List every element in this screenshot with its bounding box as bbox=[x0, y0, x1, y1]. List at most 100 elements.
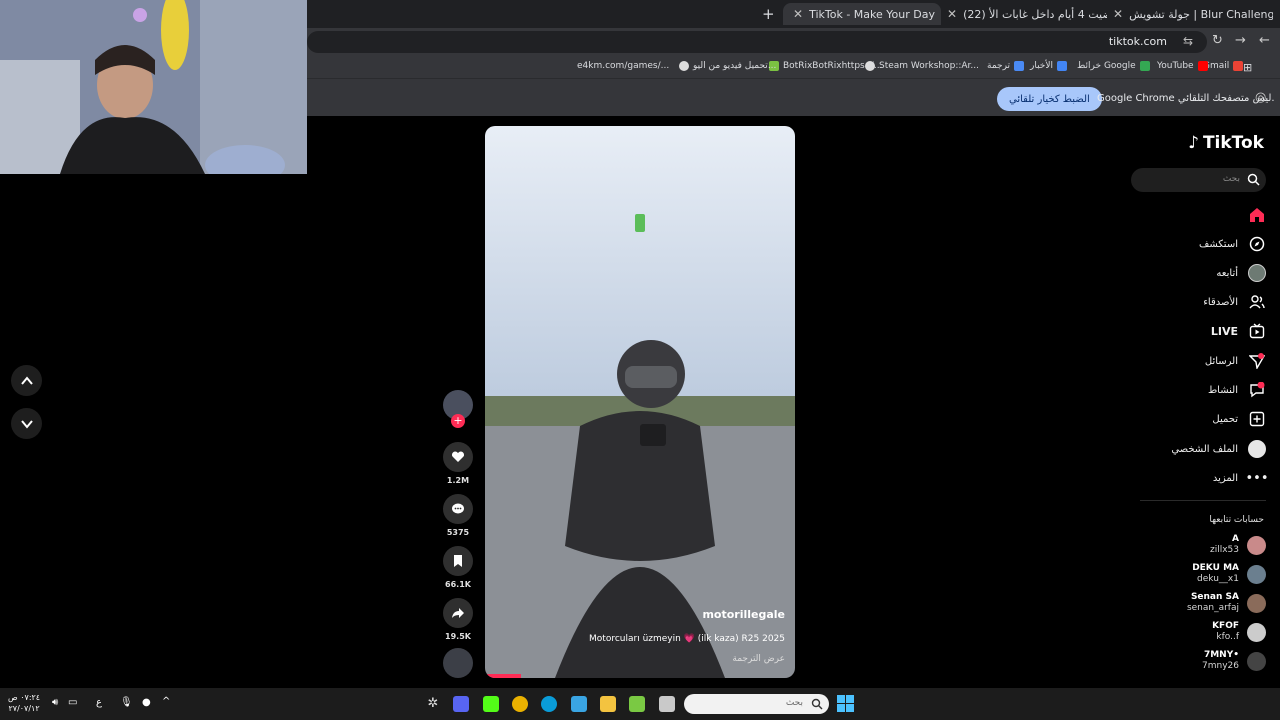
comment-icon bbox=[452, 503, 464, 514]
search-icon bbox=[811, 698, 823, 710]
video-player[interactable]: motorillegale Motorcuları üzmeyin 💗 (ilk… bbox=[485, 126, 795, 678]
sidebar-divider bbox=[1140, 500, 1266, 501]
microphone-icon[interactable]: 🎙︎ bbox=[120, 697, 133, 708]
music-disc[interactable] bbox=[443, 648, 473, 678]
comment-action[interactable]: 5375 bbox=[443, 494, 473, 537]
close-tab-icon[interactable]: ✕ bbox=[793, 7, 803, 21]
compass-icon bbox=[1248, 235, 1266, 253]
following-account[interactable]: Senan SA senan_arfaj bbox=[1187, 590, 1266, 616]
news-icon bbox=[1057, 61, 1068, 71]
language-indicator[interactable]: ع bbox=[96, 697, 102, 708]
previous-video-button[interactable] bbox=[11, 365, 42, 396]
network-icon[interactable]: ▭ bbox=[68, 697, 77, 708]
clock[interactable]: ٠٧:٢٤ ص ٢٧/٠٧/١٢ bbox=[8, 692, 40, 714]
forward-icon[interactable]: → bbox=[1235, 33, 1246, 48]
share-action[interactable]: 19.5K bbox=[443, 598, 473, 641]
live-icon bbox=[1248, 322, 1266, 340]
site-settings-icon[interactable]: ⇆ bbox=[1183, 34, 1193, 48]
share-button[interactable] bbox=[443, 598, 473, 628]
task-view-icon[interactable] bbox=[659, 696, 675, 712]
facebook-icon[interactable] bbox=[571, 696, 587, 712]
video-caption: Motorcuları üzmeyin 💗 (ilk kaza) R25 202… bbox=[589, 634, 785, 644]
apps-icon[interactable]: ⊞ bbox=[1243, 61, 1252, 74]
tiktok-note-icon: ♪ bbox=[1188, 133, 1199, 153]
nav-friends[interactable]: الأصدقاء bbox=[1203, 291, 1266, 313]
chrome-logo-icon: ◎ bbox=[1255, 90, 1267, 105]
like-button[interactable] bbox=[443, 442, 473, 472]
nav-following[interactable]: أتابعه bbox=[1216, 262, 1266, 284]
music-disc-icon[interactable] bbox=[443, 648, 473, 678]
like-action[interactable]: 1.2M bbox=[443, 442, 473, 485]
next-video-button[interactable] bbox=[11, 408, 42, 439]
tray-app-icon[interactable]: ● bbox=[142, 697, 151, 708]
bookmark-botrix[interactable]: BotRixBotRixhttps://... bbox=[769, 61, 882, 71]
tab-tiktok[interactable]: ✕ TikTok - Make Your Day bbox=[783, 3, 941, 25]
edge-icon[interactable] bbox=[541, 696, 557, 712]
kick-icon[interactable] bbox=[483, 696, 499, 712]
nav-messages[interactable]: الرسائل bbox=[1205, 350, 1266, 372]
reload-icon[interactable]: ↻ bbox=[1212, 33, 1223, 48]
save-count: 66.1K bbox=[445, 580, 471, 589]
follow-plus-icon[interactable]: + bbox=[451, 414, 465, 428]
messages-icon bbox=[1248, 352, 1266, 370]
nav-live[interactable]: LIVE bbox=[1211, 320, 1266, 342]
save-action[interactable]: 66.1K bbox=[443, 546, 473, 589]
steelseries-icon[interactable]: ✲ bbox=[425, 696, 441, 712]
video-author[interactable]: motorillegale bbox=[702, 608, 785, 621]
comment-count: 5375 bbox=[446, 528, 470, 537]
nav-profile[interactable]: الملف الشخصي bbox=[1171, 438, 1266, 460]
save-button[interactable] bbox=[443, 546, 473, 576]
comment-button[interactable] bbox=[443, 494, 473, 524]
tab-youtube-video[interactable]: ✕ (22) قضيت 4 أيام داخل غابات الأ... bbox=[947, 3, 1107, 25]
bookmark-youtube[interactable]: YouTube bbox=[1157, 61, 1208, 71]
following-heading: حسابات تتابعها bbox=[1209, 515, 1264, 525]
translate-link[interactable]: عرض الترجمة bbox=[732, 654, 785, 664]
share-icon bbox=[452, 608, 464, 618]
following-avatar-icon bbox=[1248, 264, 1266, 282]
nav-more[interactable]: المزيد ••• bbox=[1213, 467, 1269, 489]
discord-icon[interactable] bbox=[453, 696, 469, 712]
taskbar-search[interactable]: بحث bbox=[684, 694, 829, 714]
search-box[interactable]: بحث bbox=[1131, 168, 1266, 192]
speaker-icon[interactable]: 🔊︎ bbox=[52, 697, 58, 708]
webcam-overlay bbox=[0, 0, 307, 174]
download-site-icon bbox=[679, 61, 689, 71]
bookmark-e4km[interactable]: e4km.com/games/... bbox=[577, 61, 669, 71]
bookmark-gmail[interactable]: Gmail bbox=[1203, 61, 1244, 71]
nav-upload[interactable]: تحميل bbox=[1212, 408, 1266, 430]
chrome-icon[interactable] bbox=[512, 696, 528, 712]
chevron-up-icon[interactable]: ^ bbox=[162, 696, 170, 707]
set-default-button[interactable]: الضبط كخيار تلقائي bbox=[997, 87, 1102, 111]
bookmark-translate[interactable]: ترجمة bbox=[987, 61, 1025, 71]
tab-blur-challenge[interactable]: ✕ جولة تشويش | Blur Challenge bbox=[1113, 3, 1273, 25]
nav-activity[interactable]: النشاط bbox=[1208, 379, 1266, 401]
bookmark-video-download[interactable]: تحميل فيديو من اليو... bbox=[679, 61, 776, 71]
following-account[interactable]: KFOF kfo..f bbox=[1212, 619, 1266, 645]
nav-home[interactable] bbox=[1238, 204, 1266, 226]
chevron-down-icon bbox=[20, 419, 33, 429]
infobar-message: Google Chrome ليس متصفحك التلقائي. bbox=[1097, 93, 1275, 104]
following-account[interactable]: Azillx53 bbox=[1210, 532, 1266, 558]
tiktok-logo[interactable]: ♪ TikTok bbox=[1188, 133, 1264, 153]
file-explorer-icon[interactable] bbox=[600, 696, 616, 712]
nav-explore[interactable]: استكشف bbox=[1199, 233, 1266, 255]
close-tab-icon[interactable]: ✕ bbox=[947, 7, 957, 21]
search-icon[interactable] bbox=[1247, 173, 1260, 186]
new-tab-button[interactable]: + bbox=[762, 3, 775, 25]
like-count: 1.2M bbox=[446, 476, 470, 485]
bookmark-icon bbox=[454, 555, 462, 567]
bookmark-news[interactable]: الأخبار bbox=[1030, 61, 1068, 71]
creator-avatar[interactable]: + bbox=[443, 390, 473, 428]
following-account[interactable]: 7MNY• 7mny26 bbox=[1202, 648, 1266, 674]
address-bar[interactable]: tiktok.com ⇆ bbox=[307, 31, 1207, 53]
bookmark-maps[interactable]: خرائط Google bbox=[1077, 61, 1150, 71]
start-windows-icon[interactable] bbox=[837, 695, 854, 712]
chevron-up-icon bbox=[20, 375, 33, 385]
windows-taskbar: ٠٧:٢٤ ص ٢٧/٠٧/١٢ 🔊︎ ▭ ع 🎙︎ ● ^ ✲ بحث bbox=[0, 688, 1280, 720]
app-grid-icon[interactable] bbox=[629, 696, 645, 712]
following-account[interactable]: DEKU MA deku__x1 bbox=[1192, 561, 1266, 587]
close-tab-icon[interactable]: ✕ bbox=[1113, 7, 1123, 21]
back-icon[interactable]: ← bbox=[1259, 33, 1270, 48]
translate-icon bbox=[1014, 61, 1025, 71]
tab-strip: ✕ جولة تشويش | Blur Challenge ✕ (22) قضي… bbox=[307, 0, 1280, 28]
